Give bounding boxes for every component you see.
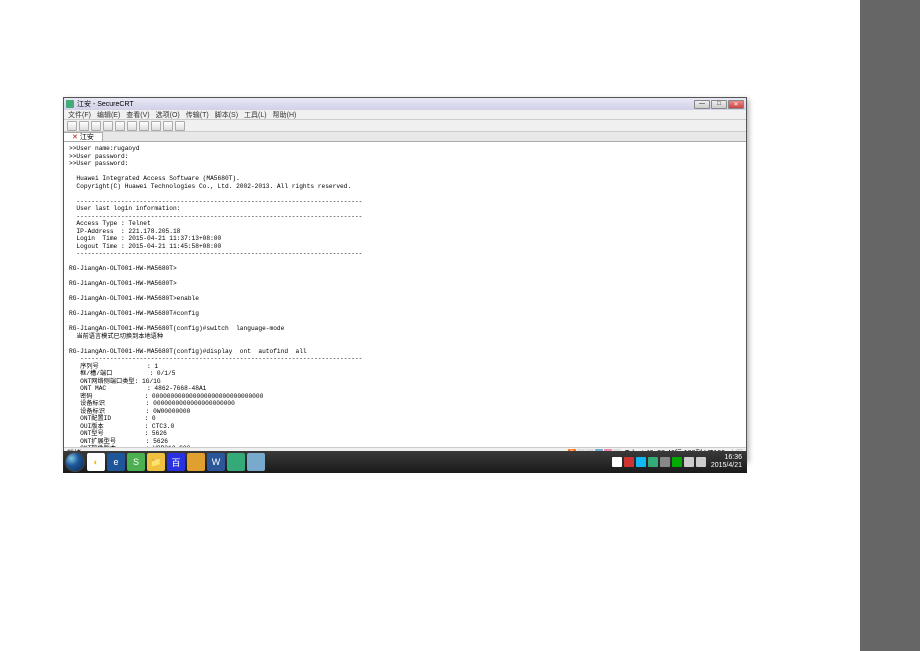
tray-app-icon[interactable] xyxy=(660,457,670,467)
toolbar-options-icon[interactable] xyxy=(163,121,173,131)
taskbar-clock[interactable]: 16:36 2015/4/21 xyxy=(708,454,745,470)
taskbar-ie-icon[interactable]: e xyxy=(107,453,125,471)
taskbar-app1-icon[interactable] xyxy=(187,453,205,471)
tray-360-icon[interactable] xyxy=(672,457,682,467)
taskbar-word-icon[interactable]: W xyxy=(207,453,225,471)
menu-tools[interactable]: 工具(L) xyxy=(244,110,267,119)
taskbar-securecrt-icon[interactable] xyxy=(227,453,245,471)
taskbar-app2-icon[interactable] xyxy=(247,453,265,471)
tray-flag-icon[interactable] xyxy=(612,457,622,467)
toolbar-connect-icon[interactable] xyxy=(67,121,77,131)
minimize-button[interactable]: — xyxy=(694,100,710,109)
menu-help[interactable]: 帮助(H) xyxy=(273,110,297,119)
clock-time: 16:36 xyxy=(711,454,742,462)
menubar: 文件(F) 编辑(E) 查看(V) 选项(O) 传输(T) 脚本(S) 工具(L… xyxy=(64,110,746,120)
taskbar-sogou-icon[interactable]: S xyxy=(127,453,145,471)
tab-close-icon[interactable]: ✕ xyxy=(72,133,78,141)
terminal-output[interactable]: >>User name:rugaoyd >>User password: >>U… xyxy=(64,142,746,447)
menu-edit[interactable]: 编辑(E) xyxy=(97,110,120,119)
menu-script[interactable]: 脚本(S) xyxy=(215,110,238,119)
toolbar xyxy=(64,120,746,132)
menu-options[interactable]: 选项(O) xyxy=(156,110,180,119)
windows-taskbar: ◐ e S 📁 百 W 16:36 2015/4/21 xyxy=(63,451,747,473)
maximize-button[interactable]: □ xyxy=(711,100,727,109)
toolbar-disconnect-icon[interactable] xyxy=(103,121,113,131)
taskbar-baidu-icon[interactable]: 百 xyxy=(167,453,185,471)
toolbar-reconnect-icon[interactable] xyxy=(91,121,101,131)
toolbar-print-icon[interactable] xyxy=(139,121,149,131)
tray-network-icon[interactable] xyxy=(696,457,706,467)
toolbar-quickconnect-icon[interactable] xyxy=(79,121,89,131)
tray-sound-icon[interactable] xyxy=(684,457,694,467)
tray-shield-icon[interactable] xyxy=(624,457,634,467)
window-title: 江安 - SecureCRT xyxy=(77,99,134,109)
taskbar-folder-icon[interactable]: 📁 xyxy=(147,453,165,471)
tray-qq-icon[interactable] xyxy=(636,457,646,467)
taskbar-chrome-icon[interactable]: ◐ xyxy=(87,453,105,471)
securecrt-window: 江安 - SecureCRT — □ ✕ 文件(F) 编辑(E) 查看(V) 选… xyxy=(63,97,747,461)
menu-transfer[interactable]: 传输(T) xyxy=(186,110,209,119)
tab-row: ✕ 江安 xyxy=(64,132,746,142)
clock-date: 2015/4/21 xyxy=(711,462,742,470)
toolbar-find-icon[interactable] xyxy=(151,121,161,131)
desktop-root: 江安 - SecureCRT — □ ✕ 文件(F) 编辑(E) 查看(V) 选… xyxy=(0,0,920,651)
toolbar-copy-icon[interactable] xyxy=(115,121,125,131)
session-tab[interactable]: ✕ 江安 xyxy=(64,132,103,141)
toolbar-help-icon[interactable] xyxy=(175,121,185,131)
app-icon xyxy=(66,100,74,108)
start-button[interactable] xyxy=(65,452,85,472)
toolbar-paste-icon[interactable] xyxy=(127,121,137,131)
document-page: 江安 - SecureCRT — □ ✕ 文件(F) 编辑(E) 查看(V) 选… xyxy=(0,0,860,651)
close-button[interactable]: ✕ xyxy=(728,100,744,109)
tray-net-icon[interactable] xyxy=(648,457,658,467)
titlebar[interactable]: 江安 - SecureCRT — □ ✕ xyxy=(64,98,746,110)
tab-label: 江安 xyxy=(80,132,94,142)
menu-view[interactable]: 查看(V) xyxy=(126,110,149,119)
menu-file[interactable]: 文件(F) xyxy=(68,110,91,119)
